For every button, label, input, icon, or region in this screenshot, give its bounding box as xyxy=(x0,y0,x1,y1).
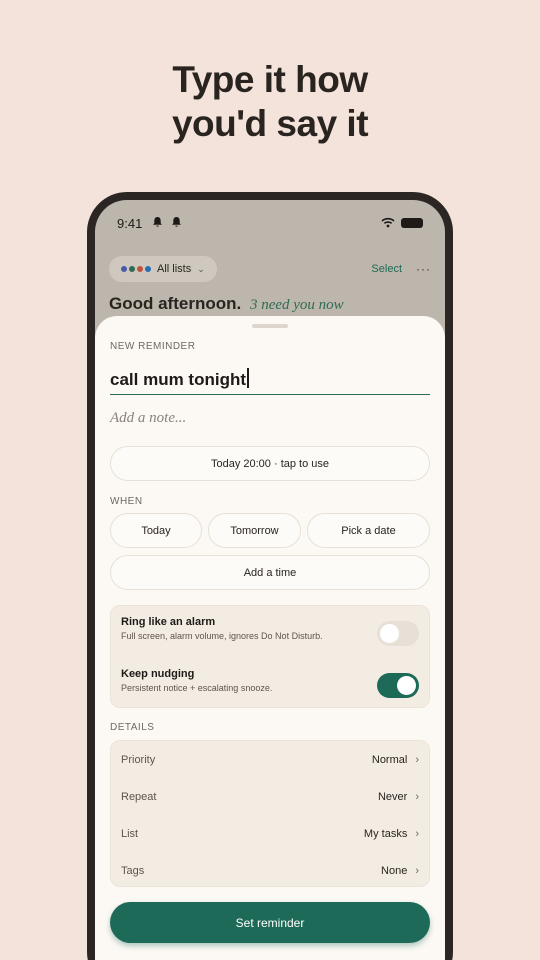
list-filter-button[interactable]: All lists ⌄ xyxy=(109,256,217,282)
note-input[interactable]: Add a note... xyxy=(110,410,186,427)
bell-icon xyxy=(152,216,163,231)
nudge-subtitle: Persistent notice + escalating snooze. xyxy=(121,683,273,693)
detail-row-repeat[interactable]: Repeat Never › xyxy=(121,778,419,815)
when-tomorrow-button[interactable]: Tomorrow xyxy=(208,513,301,548)
chevron-right-icon: › xyxy=(415,827,419,840)
status-time: 9:41 xyxy=(117,215,143,231)
toggle-knob xyxy=(397,676,416,695)
detail-row-tags[interactable]: Tags None › xyxy=(121,852,419,889)
top-bar: All lists ⌄ Select ··· xyxy=(109,256,431,282)
toggle-knob xyxy=(380,624,399,643)
phone-frame: 9:41 All lists ⌄ Select ··· Good afterno… xyxy=(87,192,453,960)
alarm-toggle-row[interactable]: Ring like an alarm Full screen, alarm vo… xyxy=(121,616,419,660)
new-reminder-sheet: NEW REMINDER call mum tonight Add a note… xyxy=(95,316,445,960)
chevron-right-icon: › xyxy=(415,864,419,877)
nudge-toggle[interactable] xyxy=(377,673,419,698)
headline: Type it how you'd say it xyxy=(0,58,540,146)
detail-label: Tags xyxy=(121,864,145,877)
detail-value: My tasks xyxy=(363,827,408,840)
reminder-title-value: call mum tonight xyxy=(110,370,246,389)
detail-value: Never xyxy=(377,790,408,803)
list-dot xyxy=(137,266,143,272)
section-label-new-reminder: NEW REMINDER xyxy=(110,341,196,352)
headline-line-1: Type it how xyxy=(172,59,368,100)
select-button[interactable]: Select xyxy=(371,263,402,275)
alarm-title: Ring like an alarm xyxy=(121,616,216,628)
chevron-right-icon: › xyxy=(415,790,419,803)
greeting: Good afternoon. 3 need you now xyxy=(109,294,344,314)
detail-row-list[interactable]: List My tasks › xyxy=(121,815,419,852)
alarm-toggle[interactable] xyxy=(377,621,419,646)
list-dots-icon xyxy=(121,266,151,272)
nudge-toggle-row[interactable]: Keep nudging Persistent notice + escalat… xyxy=(121,668,419,712)
list-dot xyxy=(129,266,135,272)
wifi-icon xyxy=(381,216,395,231)
list-filter-label: All lists xyxy=(157,263,192,275)
add-time-button[interactable]: Add a time xyxy=(110,555,430,590)
when-today-button[interactable]: Today xyxy=(110,513,202,548)
alarm-subtitle: Full screen, alarm volume, ignores Do No… xyxy=(121,631,323,641)
section-label-details: DETAILS xyxy=(110,722,155,733)
phone-screen: 9:41 All lists ⌄ Select ··· Good afterno… xyxy=(95,200,445,960)
status-bar: 9:41 xyxy=(117,214,423,232)
sheet-drag-handle[interactable] xyxy=(252,324,288,328)
detail-label: Repeat xyxy=(121,790,157,803)
alert-options-card: Ring like an alarm Full screen, alarm vo… xyxy=(110,605,430,708)
chevron-down-icon: ⌄ xyxy=(197,263,205,274)
nudge-title: Keep nudging xyxy=(121,668,195,680)
when-pick-date-button[interactable]: Pick a date xyxy=(307,513,430,548)
detail-value: Normal xyxy=(371,753,408,766)
detail-label: List xyxy=(121,827,139,840)
detail-row-priority[interactable]: Priority Normal › xyxy=(121,741,419,778)
detail-label: Priority xyxy=(121,753,156,766)
list-dot xyxy=(121,266,127,272)
greeting-text: Good afternoon. xyxy=(109,294,242,313)
details-card: Priority Normal › Repeat Never › List My… xyxy=(110,740,430,887)
text-caret xyxy=(247,368,249,388)
greeting-subtitle: 3 need you now xyxy=(249,297,344,313)
list-dot xyxy=(145,266,151,272)
battery-icon xyxy=(401,218,423,228)
set-reminder-button[interactable]: Set reminder xyxy=(110,902,430,943)
headline-line-2: you'd say it xyxy=(171,103,369,144)
detail-value: None xyxy=(381,864,408,877)
more-icon[interactable]: ··· xyxy=(416,262,431,276)
bell-icon xyxy=(171,216,182,231)
section-label-when: WHEN xyxy=(110,496,143,507)
reminder-title-input[interactable]: call mum tonight xyxy=(110,366,430,395)
suggestion-button[interactable]: Today 20:00 · tap to use xyxy=(110,446,430,481)
chevron-right-icon: › xyxy=(415,753,419,766)
